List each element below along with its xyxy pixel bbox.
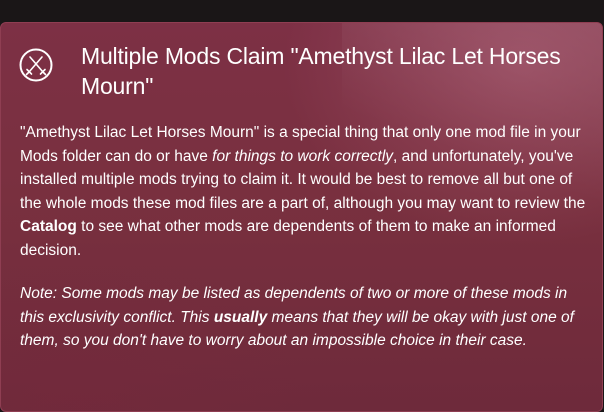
dialog-body: "Amethyst Lilac Let Horses Mourn" is a s… xyxy=(20,121,592,373)
note-paragraph: Note: Some mods may be listed as depende… xyxy=(20,282,592,353)
explanation-paragraph: "Amethyst Lilac Let Horses Mourn" is a s… xyxy=(20,121,592,262)
crossed-swords-icon xyxy=(19,48,53,82)
dialog-title: Multiple Mods Claim "Amethyst Lilac Let … xyxy=(81,43,561,99)
explanation-text-3: to see what other mods are dependents of… xyxy=(20,218,556,259)
exclusivity-conflict-dialog: Multiple Mods Claim "Amethyst Lilac Let … xyxy=(0,22,603,412)
explanation-emphasis: for things to work correctly xyxy=(212,147,394,165)
catalog-link[interactable]: Catalog xyxy=(20,218,77,235)
note-emphasis: usually xyxy=(213,308,268,326)
dialog-header: Multiple Mods Claim "Amethyst Lilac Let … xyxy=(19,41,589,101)
